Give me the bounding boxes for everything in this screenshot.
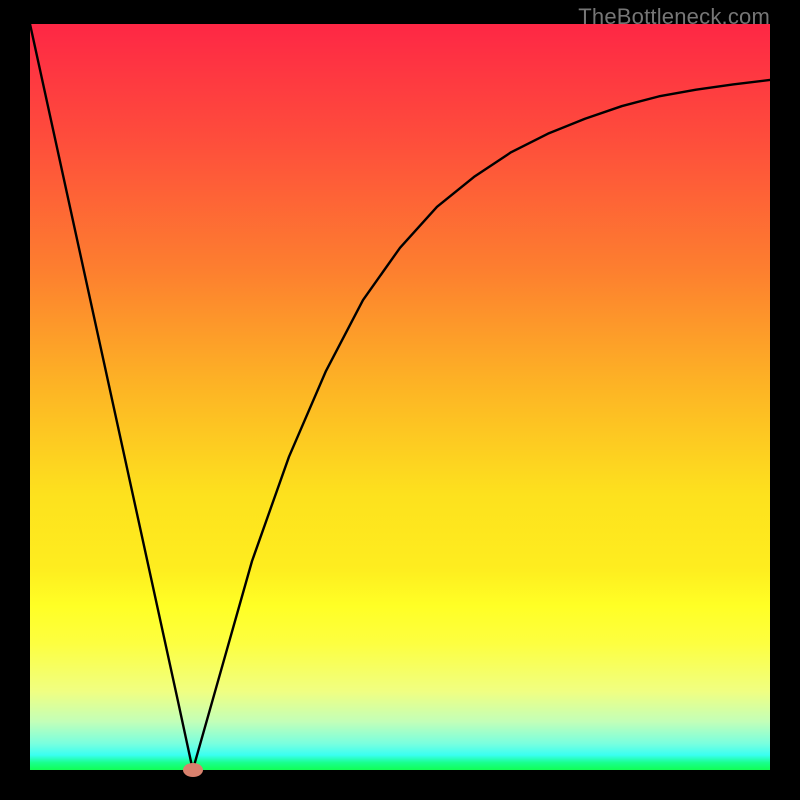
bottleneck-curve — [30, 24, 770, 770]
minimum-marker — [183, 763, 203, 777]
plot-area — [30, 24, 770, 770]
chart-container: TheBottleneck.com — [0, 0, 800, 800]
